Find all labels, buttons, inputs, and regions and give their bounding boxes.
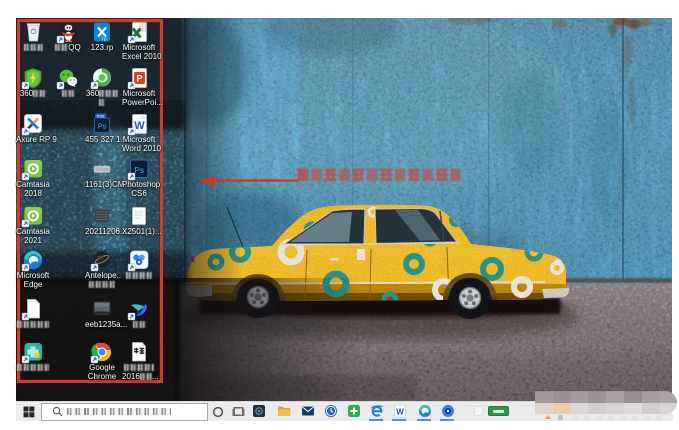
svg-text:Ps: Ps <box>98 124 107 131</box>
svg-text:P: P <box>136 74 142 84</box>
svg-text:rp: rp <box>102 37 107 43</box>
svg-text:W: W <box>396 408 404 417</box>
svg-text:W: W <box>134 120 145 132</box>
svg-text:Ps: Ps <box>134 165 144 175</box>
